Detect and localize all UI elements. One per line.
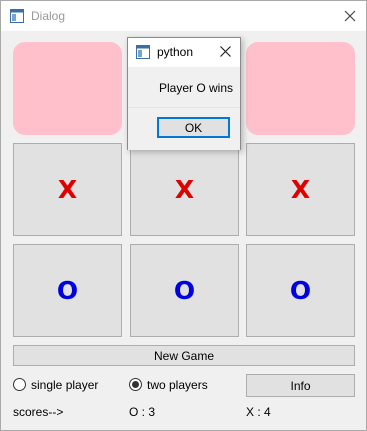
title-bar: Dialog — [1, 1, 366, 31]
message-box-title: python — [157, 45, 194, 59]
board-cell-6[interactable]: O — [13, 244, 122, 337]
board-cell-2[interactable] — [246, 42, 355, 135]
single-player-label[interactable]: single player — [31, 378, 98, 392]
score-x: X : 4 — [246, 405, 271, 419]
close-icon[interactable] — [342, 8, 358, 24]
window-title: Dialog — [31, 9, 66, 23]
new-game-label: New Game — [153, 348, 215, 363]
score-o: O : 3 — [129, 405, 156, 419]
radio-selected-dot — [132, 381, 139, 388]
app-window-icon — [136, 45, 150, 59]
ok-label: OK — [184, 120, 203, 135]
scores-label: scores--> — [13, 405, 64, 419]
board-cell-3[interactable]: X — [13, 143, 122, 236]
two-players-radio[interactable] — [129, 378, 142, 391]
single-player-radio[interactable] — [13, 378, 26, 391]
board-cell-8[interactable]: O — [246, 244, 355, 337]
close-icon[interactable] — [218, 44, 233, 59]
new-game-button[interactable]: New Game — [13, 345, 355, 366]
board-cell-7[interactable]: O — [130, 244, 239, 337]
board-cell-0[interactable] — [13, 42, 122, 135]
info-button[interactable]: Info — [246, 374, 355, 397]
ok-button[interactable]: OK — [157, 117, 230, 138]
info-label: Info — [290, 378, 311, 393]
board-cell-5[interactable]: X — [246, 143, 355, 236]
board-cell-4[interactable]: X — [130, 143, 239, 236]
message-text: Player O wins — [159, 81, 234, 95]
app-window-icon — [10, 9, 24, 23]
two-players-label[interactable]: two players — [147, 378, 208, 392]
message-box: python Player O wins OK — [127, 37, 241, 150]
message-box-title-bar: python — [128, 38, 240, 67]
